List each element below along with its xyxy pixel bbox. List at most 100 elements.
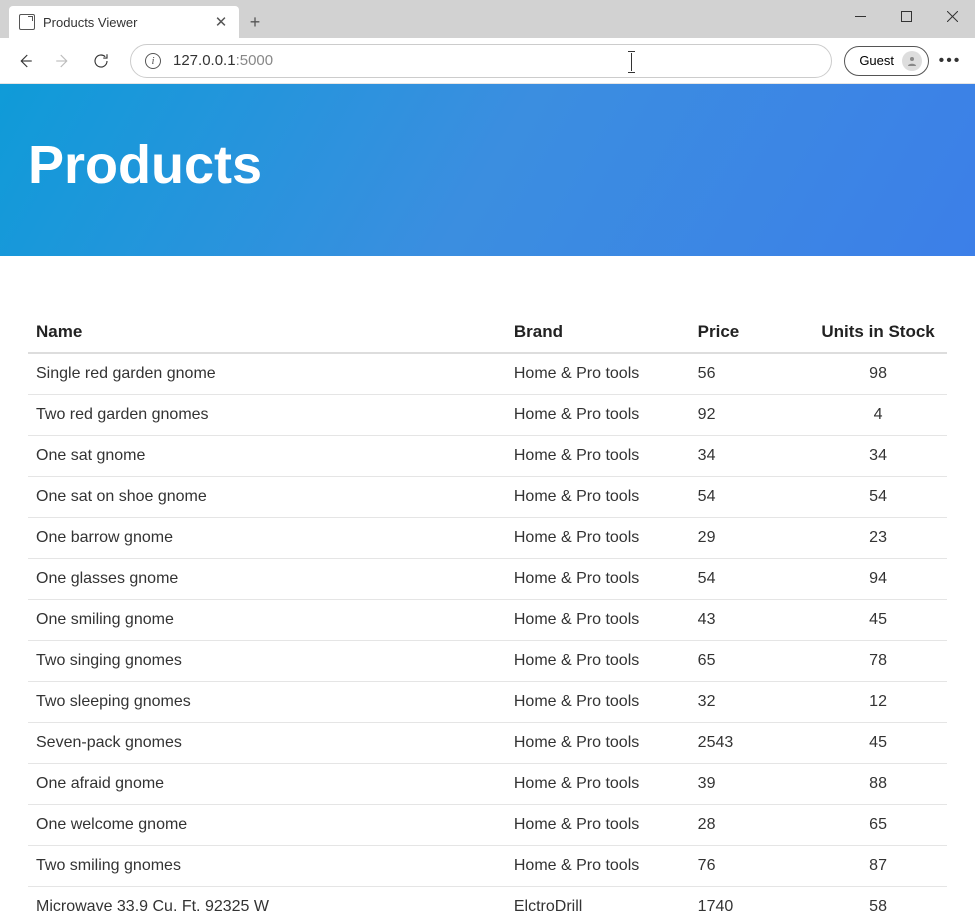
cell-units: 23 bbox=[809, 518, 947, 559]
table-row: One sat on shoe gnomeHome & Pro tools545… bbox=[28, 477, 947, 518]
cell-price: 76 bbox=[690, 846, 809, 887]
products-table: Name Brand Price Units in Stock Single r… bbox=[28, 312, 947, 917]
page-icon bbox=[19, 14, 35, 30]
cell-price: 39 bbox=[690, 764, 809, 805]
table-row: One smiling gnomeHome & Pro tools4345 bbox=[28, 600, 947, 641]
cell-price: 29 bbox=[690, 518, 809, 559]
table-header-row: Name Brand Price Units in Stock bbox=[28, 312, 947, 353]
window-titlebar: Products Viewer ✕ + bbox=[0, 0, 975, 38]
cell-price: 56 bbox=[690, 353, 809, 395]
cell-units: 12 bbox=[809, 682, 947, 723]
cell-name: Microwave 33.9 Cu. Ft. 92325 W bbox=[28, 887, 506, 917]
address-bar[interactable]: i 127.0.0.1:5000 bbox=[130, 44, 832, 78]
cell-price: 92 bbox=[690, 395, 809, 436]
cell-price: 1740 bbox=[690, 887, 809, 917]
cell-name: Two singing gnomes bbox=[28, 641, 506, 682]
table-row: Two singing gnomesHome & Pro tools6578 bbox=[28, 641, 947, 682]
col-header-units: Units in Stock bbox=[809, 312, 947, 353]
table-row: One sat gnomeHome & Pro tools3434 bbox=[28, 436, 947, 477]
cell-price: 54 bbox=[690, 477, 809, 518]
cell-units: 94 bbox=[809, 559, 947, 600]
cell-brand: Home & Pro tools bbox=[506, 764, 690, 805]
table-row: One barrow gnomeHome & Pro tools2923 bbox=[28, 518, 947, 559]
cell-units: 54 bbox=[809, 477, 947, 518]
browser-tab[interactable]: Products Viewer ✕ bbox=[9, 6, 239, 38]
close-window-button[interactable] bbox=[929, 0, 975, 32]
cell-units: 88 bbox=[809, 764, 947, 805]
cell-name: Seven-pack gnomes bbox=[28, 723, 506, 764]
cell-units: 65 bbox=[809, 805, 947, 846]
cell-name: One sat gnome bbox=[28, 436, 506, 477]
table-row: Two sleeping gnomesHome & Pro tools3212 bbox=[28, 682, 947, 723]
table-row: Two red garden gnomesHome & Pro tools924 bbox=[28, 395, 947, 436]
table-row: One welcome gnomeHome & Pro tools2865 bbox=[28, 805, 947, 846]
cell-units: 98 bbox=[809, 353, 947, 395]
new-tab-button[interactable]: + bbox=[239, 6, 271, 38]
table-row: One glasses gnomeHome & Pro tools5494 bbox=[28, 559, 947, 600]
cell-brand: Home & Pro tools bbox=[506, 559, 690, 600]
col-header-name: Name bbox=[28, 312, 506, 353]
more-menu-button[interactable]: ••• bbox=[933, 44, 967, 78]
refresh-button[interactable] bbox=[84, 44, 118, 78]
table-row: Seven-pack gnomesHome & Pro tools254345 bbox=[28, 723, 947, 764]
cell-brand: Home & Pro tools bbox=[506, 518, 690, 559]
cell-units: 45 bbox=[809, 600, 947, 641]
cell-brand: Home & Pro tools bbox=[506, 600, 690, 641]
cell-brand: Home & Pro tools bbox=[506, 436, 690, 477]
close-tab-button[interactable]: ✕ bbox=[213, 14, 229, 30]
cell-name: One barrow gnome bbox=[28, 518, 506, 559]
site-info-icon[interactable]: i bbox=[145, 53, 161, 69]
cell-price: 28 bbox=[690, 805, 809, 846]
page-title: Products bbox=[28, 134, 947, 196]
tab-title: Products Viewer bbox=[43, 15, 213, 30]
cell-brand: ElctroDrill bbox=[506, 887, 690, 917]
cell-price: 34 bbox=[690, 436, 809, 477]
profile-button[interactable]: Guest bbox=[844, 46, 929, 76]
cell-units: 4 bbox=[809, 395, 947, 436]
cell-brand: Home & Pro tools bbox=[506, 395, 690, 436]
profile-label: Guest bbox=[859, 53, 894, 68]
cell-name: One smiling gnome bbox=[28, 600, 506, 641]
page-hero: Products bbox=[0, 84, 975, 256]
minimize-button[interactable] bbox=[837, 0, 883, 32]
table-row: Two smiling gnomesHome & Pro tools7687 bbox=[28, 846, 947, 887]
text-cursor-icon bbox=[631, 53, 632, 71]
cell-name: One glasses gnome bbox=[28, 559, 506, 600]
cell-price: 43 bbox=[690, 600, 809, 641]
page-content: Name Brand Price Units in Stock Single r… bbox=[0, 256, 975, 917]
cell-brand: Home & Pro tools bbox=[506, 353, 690, 395]
cell-price: 54 bbox=[690, 559, 809, 600]
cell-name: Two smiling gnomes bbox=[28, 846, 506, 887]
cell-brand: Home & Pro tools bbox=[506, 477, 690, 518]
back-button[interactable] bbox=[8, 44, 42, 78]
table-row: Single red garden gnomeHome & Pro tools5… bbox=[28, 353, 947, 395]
cell-units: 87 bbox=[809, 846, 947, 887]
cell-brand: Home & Pro tools bbox=[506, 723, 690, 764]
cell-price: 32 bbox=[690, 682, 809, 723]
cell-price: 2543 bbox=[690, 723, 809, 764]
maximize-button[interactable] bbox=[883, 0, 929, 32]
cell-brand: Home & Pro tools bbox=[506, 682, 690, 723]
table-row: One afraid gnomeHome & Pro tools3988 bbox=[28, 764, 947, 805]
cell-brand: Home & Pro tools bbox=[506, 846, 690, 887]
cell-name: One welcome gnome bbox=[28, 805, 506, 846]
cell-name: Single red garden gnome bbox=[28, 353, 506, 395]
table-row: Microwave 33.9 Cu. Ft. 92325 WElctroDril… bbox=[28, 887, 947, 917]
cell-brand: Home & Pro tools bbox=[506, 805, 690, 846]
url-port: :5000 bbox=[236, 52, 274, 69]
cell-name: Two red garden gnomes bbox=[28, 395, 506, 436]
col-header-brand: Brand bbox=[506, 312, 690, 353]
cell-units: 45 bbox=[809, 723, 947, 764]
page-viewport[interactable]: Products Name Brand Price Units in Stock… bbox=[0, 84, 975, 917]
forward-button[interactable] bbox=[46, 44, 80, 78]
cell-brand: Home & Pro tools bbox=[506, 641, 690, 682]
avatar-icon bbox=[902, 51, 922, 71]
cell-units: 34 bbox=[809, 436, 947, 477]
cell-price: 65 bbox=[690, 641, 809, 682]
cell-name: One sat on shoe gnome bbox=[28, 477, 506, 518]
browser-toolbar: i 127.0.0.1:5000 Guest ••• bbox=[0, 38, 975, 84]
window-controls bbox=[837, 0, 975, 32]
cell-units: 78 bbox=[809, 641, 947, 682]
col-header-price: Price bbox=[690, 312, 809, 353]
url-host: 127.0.0.1 bbox=[173, 52, 236, 69]
